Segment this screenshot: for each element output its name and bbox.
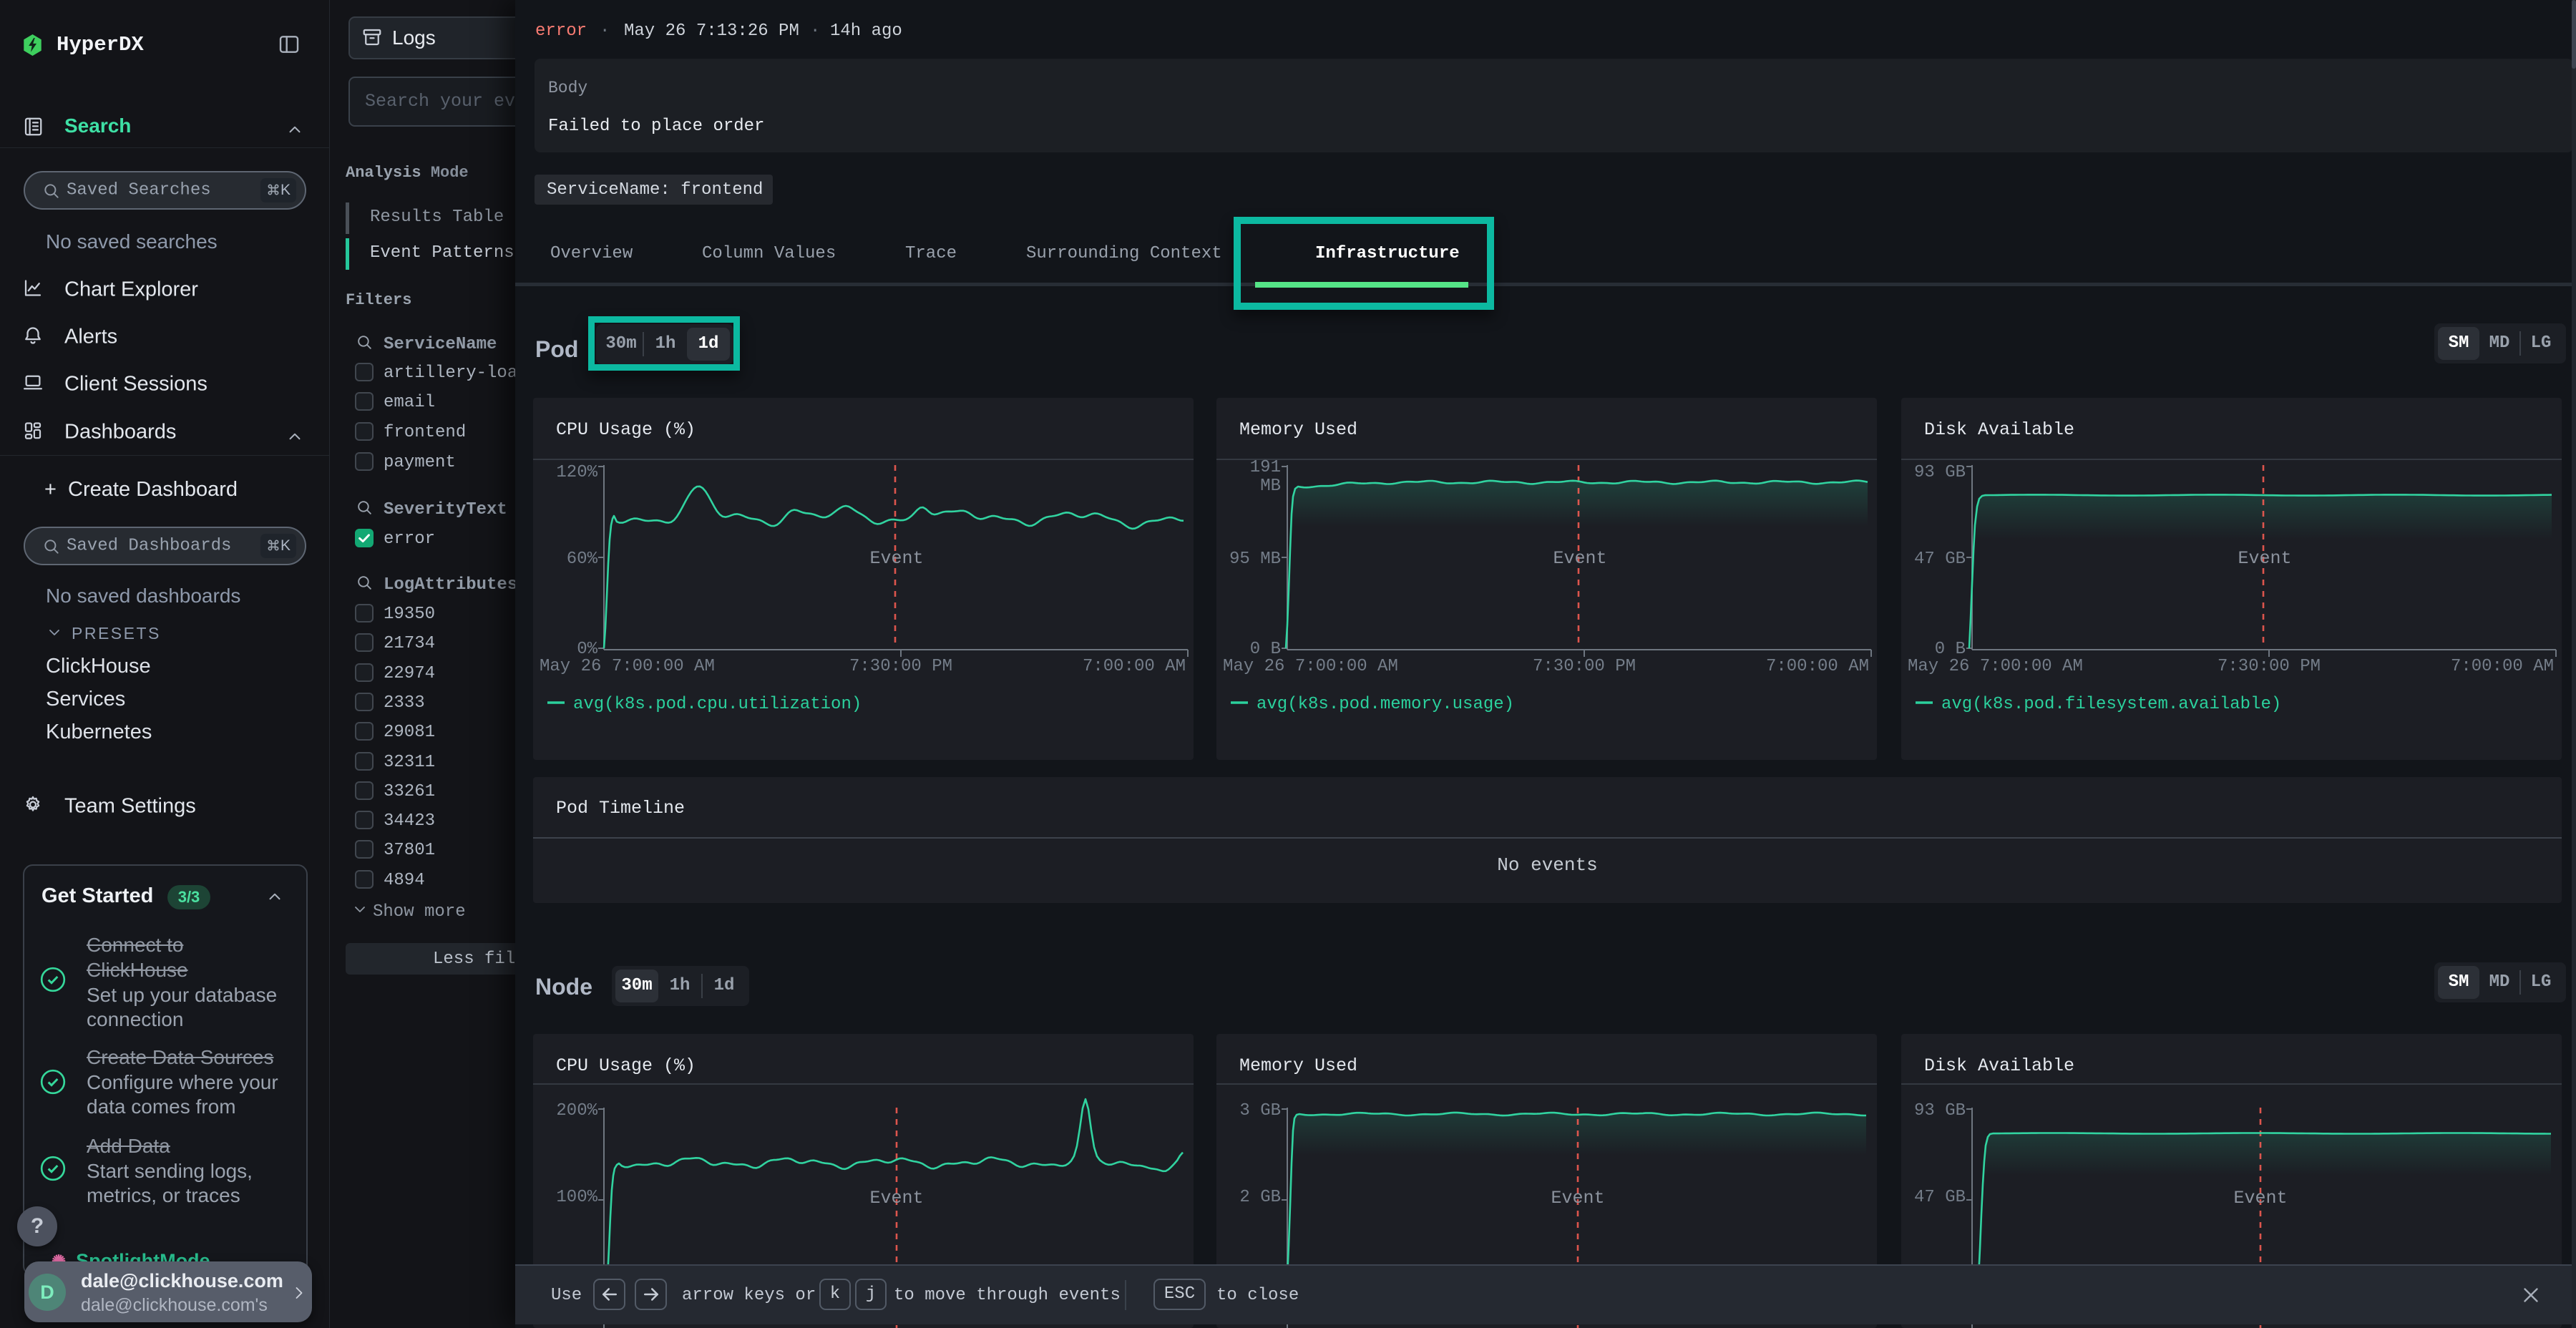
svg-text:CPU Usage (%): CPU Usage (%) [556,1055,696,1076]
svg-text:Event: Event [2238,548,2291,569]
svg-text:Event: Event [1553,548,1606,569]
svg-text:Disk Available: Disk Available [1924,419,2074,440]
svg-text:191: 191 [1250,458,1281,477]
svg-text:Event: Event [1551,1188,1604,1209]
svg-text:0 B: 0 B [1935,640,1966,659]
svg-text:200%: 200% [556,1101,597,1120]
svg-text:95 MB: 95 MB [1229,550,1281,569]
svg-text:Disk Available: Disk Available [1924,1055,2074,1076]
svg-text:100%: 100% [556,1188,597,1207]
svg-text:93 GB: 93 GB [1914,463,1966,482]
svg-text:MB: MB [1260,477,1281,496]
svg-text:May 26 7:00:00 AM: May 26 7:00:00 AM [1223,657,1398,676]
svg-text:Memory Used: Memory Used [1239,1055,1357,1076]
svg-text:Event: Event [869,1188,923,1209]
svg-text:avg(k8s.pod.filesystem.availab: avg(k8s.pod.filesystem.available) [1941,695,2281,714]
svg-text:7:30:00 PM: 7:30:00 PM [849,657,952,676]
svg-text:avg(k8s.pod.cpu.utilization): avg(k8s.pod.cpu.utilization) [573,695,862,714]
svg-text:0%: 0% [577,640,597,659]
svg-text:2 GB: 2 GB [1239,1188,1281,1207]
svg-text:May 26 7:00:00 AM: May 26 7:00:00 AM [540,657,715,676]
svg-text:7:30:00 PM: 7:30:00 PM [2218,657,2321,676]
svg-text:47 GB: 47 GB [1914,1188,1966,1207]
svg-text:120%: 120% [556,463,597,482]
svg-text:Memory Used: Memory Used [1239,419,1357,440]
svg-text:7:30:00 PM: 7:30:00 PM [1533,657,1636,676]
svg-text:May 26 7:00:00 AM: May 26 7:00:00 AM [1908,657,2083,676]
svg-text:0 B: 0 B [1250,640,1281,659]
svg-text:3 GB: 3 GB [1239,1101,1281,1120]
svg-text:Event: Event [869,548,923,569]
svg-text:47 GB: 47 GB [1914,550,1966,569]
svg-text:7:00:00 AM: 7:00:00 AM [2451,657,2554,676]
svg-text:60%: 60% [567,550,598,569]
svg-text:7:00:00 AM: 7:00:00 AM [1766,657,1869,676]
svg-text:avg(k8s.pod.memory.usage): avg(k8s.pod.memory.usage) [1257,695,1514,714]
svg-text:Event: Event [2233,1188,2287,1209]
svg-text:CPU Usage (%): CPU Usage (%) [556,419,696,440]
svg-text:7:00:00 AM: 7:00:00 AM [1083,657,1186,676]
svg-text:93 GB: 93 GB [1914,1101,1966,1120]
